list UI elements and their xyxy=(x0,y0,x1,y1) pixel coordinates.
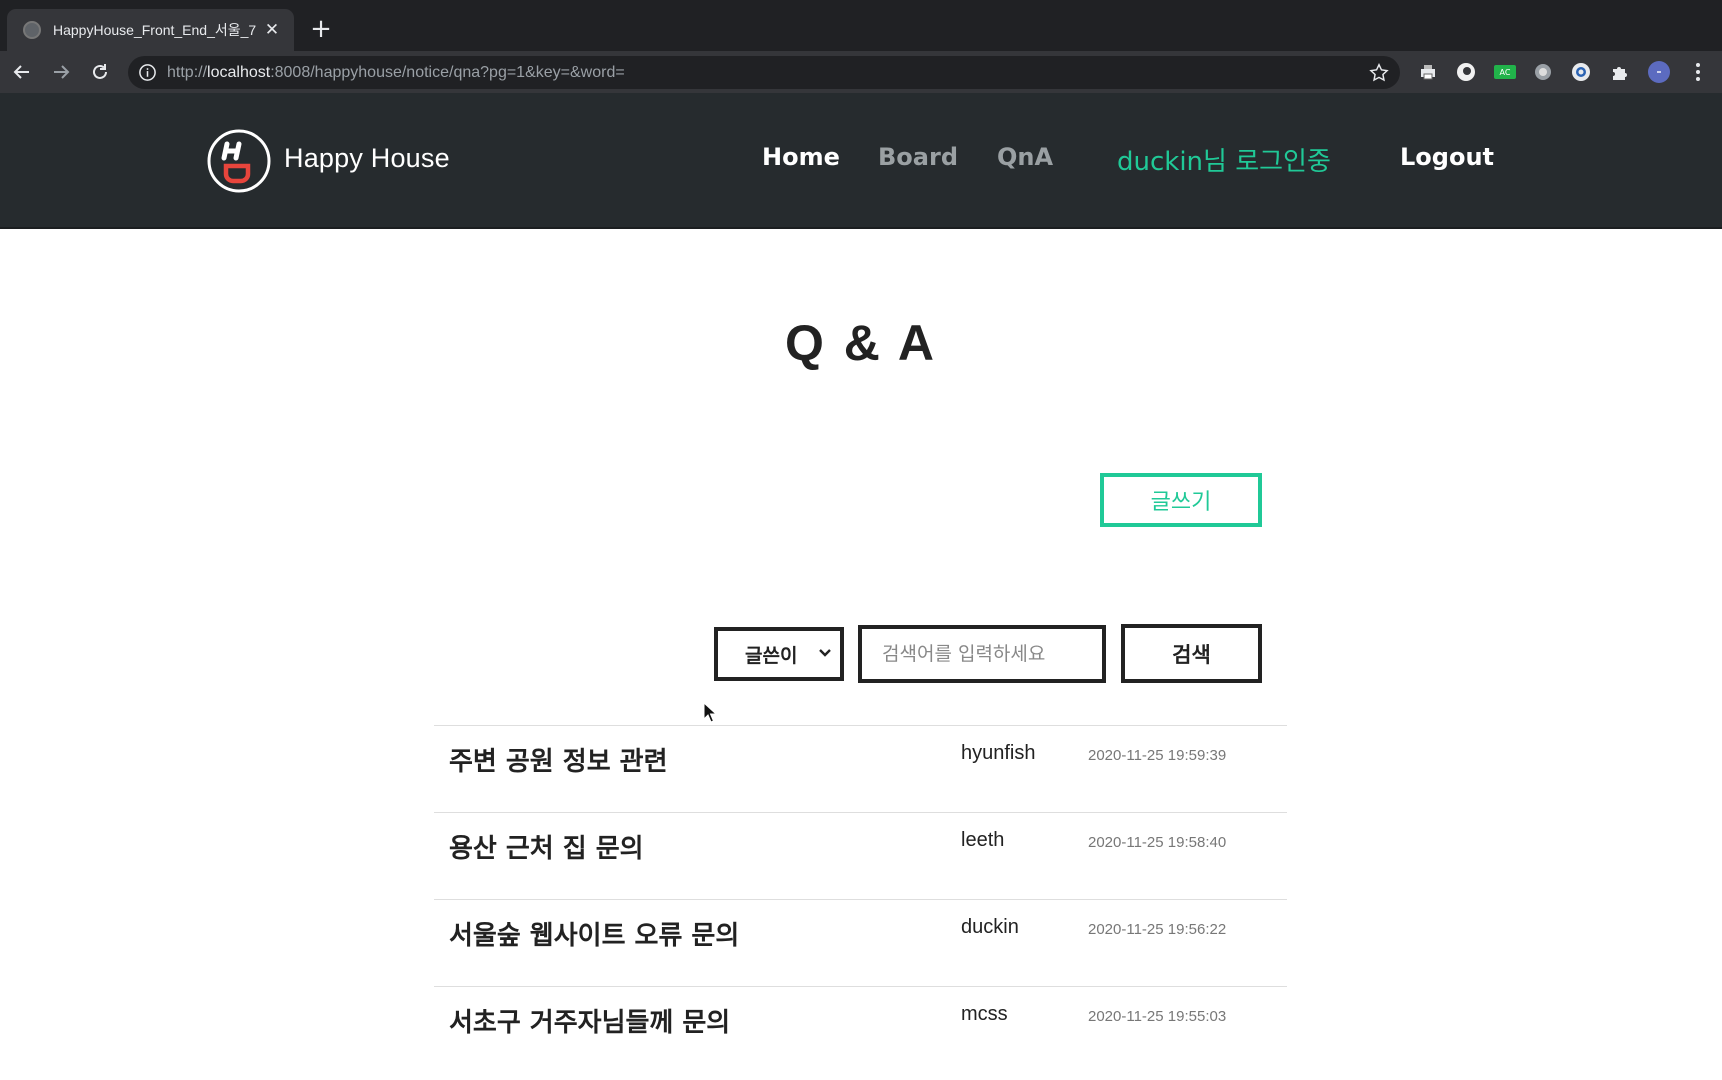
nav-logout[interactable]: Logout xyxy=(1400,143,1494,171)
qna-author: hyunfish xyxy=(961,742,1036,764)
qna-title[interactable]: 주변 공원 정보 관련 xyxy=(449,741,668,778)
browser-tab[interactable]: HappyHouse_Front_End_서울_7 ✕ xyxy=(7,9,294,51)
nav-board[interactable]: Board xyxy=(878,143,958,171)
login-status: duckin님 로그인중 xyxy=(1117,147,1331,177)
eye-extension-icon[interactable] xyxy=(1454,60,1478,84)
globe-icon xyxy=(23,21,41,39)
search-button[interactable]: 검색 xyxy=(1121,624,1262,683)
new-tab-button[interactable]: + xyxy=(308,14,334,44)
info-icon[interactable] xyxy=(138,63,157,82)
url-host: localhost xyxy=(207,64,271,81)
arrow-right-icon xyxy=(54,65,70,79)
write-button[interactable]: 글쓰기 xyxy=(1100,473,1262,527)
happy-house-logo-icon[interactable] xyxy=(206,128,272,194)
brand-name[interactable]: Happy House xyxy=(284,143,450,174)
puzzle-icon[interactable] xyxy=(1608,60,1632,84)
site-header: Happy House Home Board QnA duckin님 로그인중 … xyxy=(0,93,1722,229)
qna-author: mcss xyxy=(961,1003,1008,1025)
shield-extension-icon[interactable] xyxy=(1531,60,1555,84)
qna-title[interactable]: 서울숲 웹사이트 오류 문의 xyxy=(449,915,739,952)
nav-qna[interactable]: QnA xyxy=(997,143,1053,171)
reload-icon xyxy=(93,64,107,79)
qna-date: 2020-11-25 19:58:40 xyxy=(1088,834,1227,851)
url-path: :8008/happyhouse/notice/qna?pg=1&key=&wo… xyxy=(270,64,625,81)
search-key-value: 글쓴이 xyxy=(745,644,798,667)
star-icon[interactable] xyxy=(1368,62,1390,84)
ac-extension-icon[interactable]: AC xyxy=(1493,60,1517,84)
browser-tab-strip: HappyHouse_Front_End_서울_7 ✕ + xyxy=(0,0,1722,51)
close-icon[interactable]: ✕ xyxy=(261,19,283,41)
menu-kebab-icon[interactable] xyxy=(1686,60,1710,84)
qna-title[interactable]: 용산 근처 집 문의 xyxy=(449,828,644,865)
page-title: Q & A xyxy=(784,315,938,371)
qna-author: leeth xyxy=(961,829,1005,851)
search-input[interactable] xyxy=(858,625,1106,683)
nav-home[interactable]: Home xyxy=(762,143,840,171)
qna-row[interactable]: 서초구 거주자님들께 문의 mcss 2020-11-25 19:55:03 xyxy=(434,986,1287,1073)
qna-row[interactable]: 용산 근처 집 문의 leeth 2020-11-25 19:58:40 xyxy=(434,812,1287,899)
qna-date: 2020-11-25 19:56:22 xyxy=(1088,921,1227,938)
search-key-select[interactable]: 글쓴이 xyxy=(714,627,844,681)
url-scheme: http:// xyxy=(167,64,208,81)
qna-title[interactable]: 서초구 거주자님들께 문의 xyxy=(449,1002,730,1039)
qna-row[interactable]: 서울숲 웹사이트 오류 문의 duckin 2020-11-25 19:56:22 xyxy=(434,899,1287,986)
back-button[interactable] xyxy=(8,58,36,86)
qna-date: 2020-11-25 19:59:39 xyxy=(1088,747,1227,764)
chevron-down-icon xyxy=(819,649,831,657)
qna-date: 2020-11-25 19:55:03 xyxy=(1088,1008,1227,1025)
qna-author: duckin xyxy=(961,916,1019,938)
qna-list: 주변 공원 정보 관련 hyunfish 2020-11-25 19:59:39 용산… xyxy=(434,725,1287,1073)
ring-extension-icon[interactable] xyxy=(1569,60,1593,84)
browser-toolbar: http://localhost:8008/happyhouse/notice/… xyxy=(0,51,1722,93)
qna-row[interactable]: 주변 공원 정보 관련 hyunfish 2020-11-25 19:59:39 xyxy=(434,725,1287,812)
tab-title: HappyHouse_Front_End_서울_7 xyxy=(53,22,257,38)
url-text: http://localhost:8008/happyhouse/notice/… xyxy=(167,56,625,89)
svg-text:AC: AC xyxy=(1500,68,1511,77)
profile-avatar-icon[interactable] xyxy=(1647,60,1671,84)
arrow-left-icon xyxy=(13,65,29,79)
address-bar[interactable]: http://localhost:8008/happyhouse/notice/… xyxy=(128,56,1400,89)
reload-button[interactable] xyxy=(86,58,114,86)
forward-button[interactable] xyxy=(47,58,75,86)
printer-extension-icon[interactable] xyxy=(1416,60,1440,84)
mouse-cursor-icon xyxy=(703,702,717,723)
